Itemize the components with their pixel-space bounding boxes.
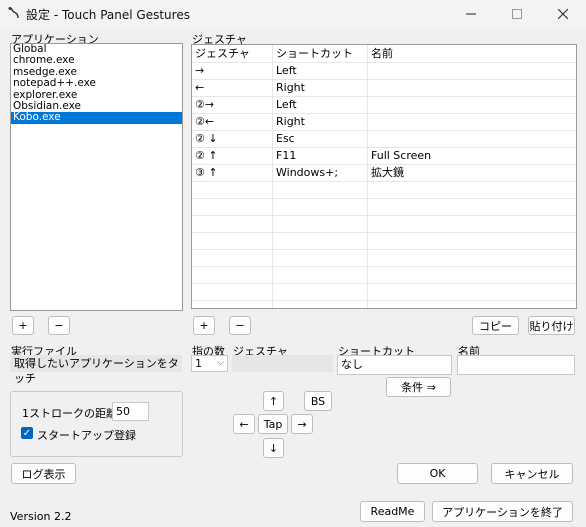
gesture-cell: →	[195, 64, 205, 77]
remove-app-button[interactable]: −	[48, 316, 70, 335]
grid-empty-row[interactable]	[192, 198, 576, 216]
app-list-item[interactable]: notepad++.exe	[11, 77, 182, 89]
maximize-icon	[512, 9, 522, 19]
name-cell	[368, 96, 371, 113]
maximize-button[interactable]	[494, 0, 540, 28]
shortcut-cell: Left	[276, 64, 297, 77]
checkmark-icon: ✓	[22, 427, 32, 439]
gesture-cell: ←	[195, 81, 205, 94]
left-arrow-button[interactable]: ←	[233, 414, 255, 434]
shortcut-cell: F11	[276, 149, 297, 162]
grid-empty-row[interactable]	[192, 266, 576, 284]
right-arrow-button[interactable]: →	[291, 414, 313, 434]
window-title: 設定 - Touch Panel Gestures	[26, 8, 190, 22]
column-header-gesture[interactable]: ジェスチャ	[192, 45, 250, 62]
shortcut-cell: Left	[276, 98, 297, 111]
name-cell	[368, 62, 371, 79]
grid-empty-row[interactable]	[192, 283, 576, 301]
grid-header: ジェスチャ ショートカット 名前	[192, 45, 576, 63]
gesture-cell: ② ↑	[195, 149, 218, 162]
down-arrow-button[interactable]: ↓	[263, 438, 284, 458]
apps-listbox[interactable]: Global chrome.exe msedge.exe notepad++.exe e…	[10, 43, 183, 311]
gesture-cell: ③ ↑	[195, 166, 218, 179]
shortcut-cell: Esc	[276, 132, 295, 145]
fingers-select[interactable]: 1 ⌵	[191, 355, 228, 372]
paste-button[interactable]: 貼り付け	[528, 316, 575, 335]
add-gesture-button[interactable]: +	[193, 316, 215, 335]
cancel-button[interactable]: キャンセル	[491, 463, 573, 484]
name-field[interactable]	[457, 355, 575, 375]
name-cell	[368, 79, 371, 96]
app-icon	[8, 7, 19, 19]
close-icon	[558, 9, 568, 19]
grid-empty-row[interactable]	[192, 232, 576, 250]
grid-row[interactable]: ← Right	[192, 79, 576, 97]
settings-group	[10, 391, 183, 457]
startup-checkbox[interactable]: ✓	[21, 427, 33, 439]
add-app-button[interactable]: +	[12, 316, 34, 335]
close-button[interactable]	[540, 0, 586, 28]
condition-button[interactable]: 条件 ⇒	[386, 377, 451, 397]
grid-row[interactable]: ② ↑ F11 Full Screen	[192, 147, 576, 165]
exec-field[interactable]: 取得したいアプリケーションをタッチ	[10, 355, 182, 385]
chevron-down-icon: ⌵	[217, 358, 224, 368]
name-cell: Full Screen	[371, 149, 432, 162]
show-log-button[interactable]: ログ表示	[11, 463, 76, 484]
column-header-name[interactable]: 名前	[368, 45, 393, 62]
grid-empty-row[interactable]	[192, 249, 576, 267]
name-cell	[368, 113, 371, 130]
shortcut-cell: Right	[276, 115, 305, 128]
readme-button[interactable]: ReadMe	[360, 501, 425, 522]
column-header-shortcut[interactable]: ショートカット	[273, 45, 353, 62]
backspace-button[interactable]: BS	[304, 391, 332, 411]
copy-button[interactable]: コピー	[472, 316, 519, 335]
grid-row[interactable]: ②← Right	[192, 113, 576, 131]
version-label: Version 2.2	[10, 510, 72, 523]
name-cell: 拡大鏡	[371, 166, 404, 179]
fingers-value: 1	[195, 357, 202, 370]
ok-button[interactable]: OK	[397, 463, 478, 484]
gesture-cell: ②←	[195, 115, 215, 128]
grid-row[interactable]: ② ↓ Esc	[192, 130, 576, 148]
up-arrow-button[interactable]: ↑	[263, 391, 284, 411]
gesture-field[interactable]	[232, 355, 333, 372]
grid-empty-row[interactable]	[192, 300, 576, 308]
shortcut-cell: Right	[276, 81, 305, 94]
grid-empty-row[interactable]	[192, 215, 576, 233]
gestures-grid[interactable]: ジェスチャ ショートカット 名前 → Left ← Right ②→ Left ②← Righ…	[191, 44, 577, 309]
exit-app-button[interactable]: アプリケーションを終了	[432, 501, 573, 522]
grid-row[interactable]: ③ ↑ Windows+; 拡大鏡	[192, 164, 576, 182]
grid-row[interactable]: → Left	[192, 62, 576, 80]
minimize-icon	[466, 13, 476, 15]
name-cell	[368, 130, 371, 147]
gesture-cell: ②→	[195, 98, 215, 111]
stroke-distance-field[interactable]: 50	[112, 402, 149, 421]
minimize-button[interactable]	[448, 0, 494, 28]
grid-empty-row[interactable]	[192, 181, 576, 199]
tap-button[interactable]: Tap	[258, 414, 288, 434]
remove-gesture-button[interactable]: −	[229, 316, 251, 335]
startup-label: スタートアップ登録	[37, 429, 136, 442]
gesture-cell: ② ↓	[195, 132, 218, 145]
grid-row[interactable]: ②→ Left	[192, 96, 576, 114]
app-list-item[interactable]: Kobo.exe	[11, 111, 182, 124]
stroke-distance-label: 1ストロークの距離 :	[22, 407, 125, 420]
shortcut-cell: Windows+;	[276, 166, 339, 179]
shortcut-field[interactable]: なし	[337, 355, 452, 375]
